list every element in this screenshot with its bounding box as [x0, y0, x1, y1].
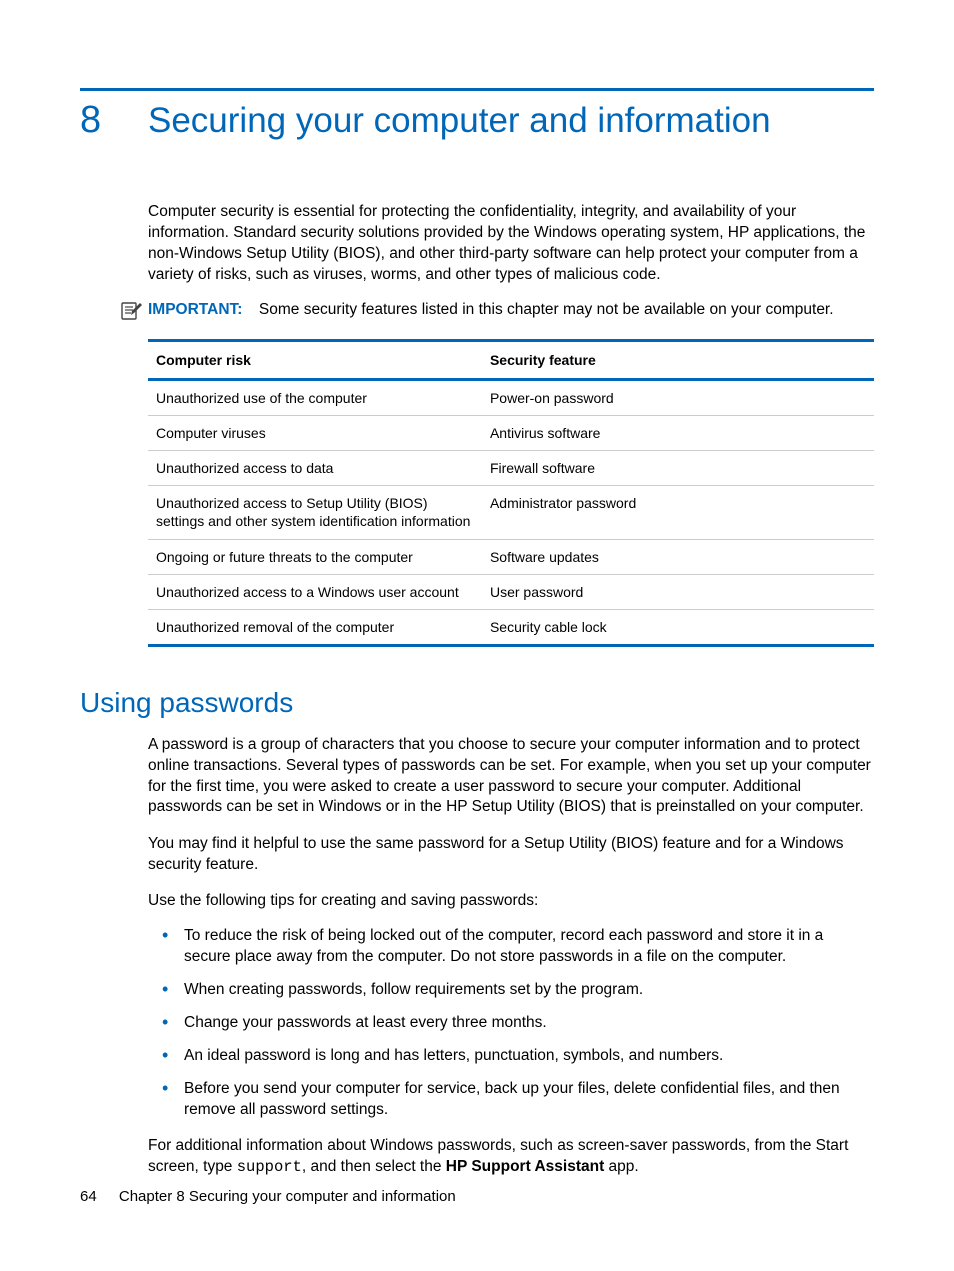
table-row: Unauthorized removal of the computer Sec…: [148, 610, 874, 646]
table-cell: User password: [482, 574, 874, 609]
passwords-para-4: For additional information about Windows…: [148, 1136, 874, 1178]
table-row: Computer viruses Antivirus software: [148, 415, 874, 450]
table-row: Unauthorized access to Setup Utility (BI…: [148, 486, 874, 539]
list-item: Before you send your computer for servic…: [162, 1079, 874, 1121]
footer-text: Chapter 8 Securing your computer and inf…: [119, 1188, 456, 1205]
app-name-bold: HP Support Assistant: [446, 1158, 604, 1175]
code-text: support: [237, 1158, 302, 1176]
intro-paragraph: Computer security is essential for prote…: [148, 202, 874, 286]
table-cell: Administrator password: [482, 486, 874, 539]
table-cell: Unauthorized access to a Windows user ac…: [148, 574, 482, 609]
passwords-para-1: A password is a group of characters that…: [148, 735, 874, 819]
table-header-risk: Computer risk: [148, 340, 482, 379]
table-cell: Software updates: [482, 539, 874, 574]
chapter-number: 8: [80, 99, 148, 142]
page-number: 64: [80, 1188, 97, 1205]
table-row: Unauthorized access to data Firewall sof…: [148, 451, 874, 486]
table-header-feature: Security feature: [482, 340, 874, 379]
table-cell: Ongoing or future threats to the compute…: [148, 539, 482, 574]
important-label: IMPORTANT:: [148, 301, 242, 318]
important-text: Some security features listed in this ch…: [259, 301, 834, 318]
list-item: An ideal password is long and has letter…: [162, 1046, 874, 1067]
important-note: IMPORTANT: Some security features listed…: [120, 300, 874, 321]
security-table: Computer risk Security feature Unauthori…: [148, 339, 874, 648]
chapter-title: Securing your computer and information: [148, 100, 771, 142]
table-cell: Firewall software: [482, 451, 874, 486]
page-footer: 64 Chapter 8 Securing your computer and …: [80, 1188, 456, 1205]
note-icon: [120, 301, 144, 321]
table-cell: Unauthorized access to Setup Utility (BI…: [148, 486, 482, 539]
text: , and then select the: [302, 1158, 446, 1175]
section-heading-using-passwords: Using passwords: [80, 687, 874, 719]
passwords-para-3: Use the following tips for creating and …: [148, 891, 874, 912]
table-cell: Unauthorized removal of the computer: [148, 610, 482, 646]
passwords-para-2: You may find it helpful to use the same …: [148, 834, 874, 876]
text: app.: [604, 1158, 638, 1175]
table-cell: Power-on password: [482, 379, 874, 415]
table-cell: Unauthorized use of the computer: [148, 379, 482, 415]
table-row: Unauthorized access to a Windows user ac…: [148, 574, 874, 609]
table-row: Ongoing or future threats to the compute…: [148, 539, 874, 574]
list-item: When creating passwords, follow requirem…: [162, 980, 874, 1001]
table-cell: Security cable lock: [482, 610, 874, 646]
table-cell: Antivirus software: [482, 415, 874, 450]
password-tips-list: To reduce the risk of being locked out o…: [148, 926, 874, 1120]
table-cell: Computer viruses: [148, 415, 482, 450]
table-row: Unauthorized use of the computer Power-o…: [148, 379, 874, 415]
chapter-header: 8 Securing your computer and information: [80, 88, 874, 142]
list-item: Change your passwords at least every thr…: [162, 1013, 874, 1034]
table-cell: Unauthorized access to data: [148, 451, 482, 486]
list-item: To reduce the risk of being locked out o…: [162, 926, 874, 968]
